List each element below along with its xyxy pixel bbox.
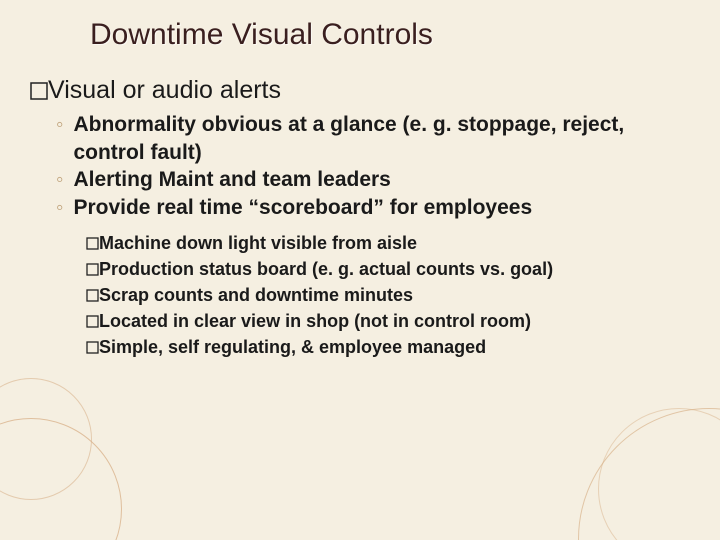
level3-item: Simple, self regulating, & employee mana… xyxy=(86,334,690,360)
level3-text: Machine down light visible from aisle xyxy=(99,233,417,253)
level2-item: ◦ Alerting Maint and team leaders xyxy=(56,166,690,194)
level3-item: Scrap counts and downtime minutes xyxy=(86,282,690,308)
level2-item: ◦ Abnormality obvious at a glance (e. g.… xyxy=(56,111,690,166)
level2-item: ◦ Provide real time “scoreboard” for emp… xyxy=(56,194,690,222)
level3-item: Production status board (e. g. actual co… xyxy=(86,256,690,282)
level1-text: Visual or audio alerts xyxy=(48,76,281,104)
square-bullet-icon xyxy=(86,341,99,354)
ring-bullet-icon: ◦ xyxy=(56,194,63,222)
level3-list: Machine down light visible from aisle Pr… xyxy=(86,230,690,360)
square-bullet-icon xyxy=(86,315,99,328)
slide-title: Downtime Visual Controls xyxy=(90,18,690,52)
square-bullet-icon xyxy=(86,263,99,276)
level2-list: ◦ Abnormality obvious at a glance (e. g.… xyxy=(56,111,690,222)
level2-text: Abnormality obvious at a glance (e. g. s… xyxy=(73,111,690,166)
level3-text: Production status board (e. g. actual co… xyxy=(99,259,553,279)
ring-bullet-icon: ◦ xyxy=(56,166,63,194)
level3-text: Simple, self regulating, & employee mana… xyxy=(99,337,486,357)
level2-text: Alerting Maint and team leaders xyxy=(73,166,690,194)
level3-text: Located in clear view in shop (not in co… xyxy=(99,311,531,331)
slide: Downtime Visual Controls Visual or audio… xyxy=(0,0,720,540)
square-bullet-icon xyxy=(86,289,99,302)
level3-text: Scrap counts and downtime minutes xyxy=(99,285,413,305)
level3-item: Machine down light visible from aisle xyxy=(86,230,690,256)
square-bullet-icon xyxy=(30,82,48,100)
square-bullet-icon xyxy=(86,237,99,250)
level1-item: Visual or audio alerts xyxy=(30,76,690,105)
ring-bullet-icon: ◦ xyxy=(56,111,63,166)
level3-item: Located in clear view in shop (not in co… xyxy=(86,308,690,334)
level2-text: Provide real time “scoreboard” for emplo… xyxy=(73,194,690,222)
